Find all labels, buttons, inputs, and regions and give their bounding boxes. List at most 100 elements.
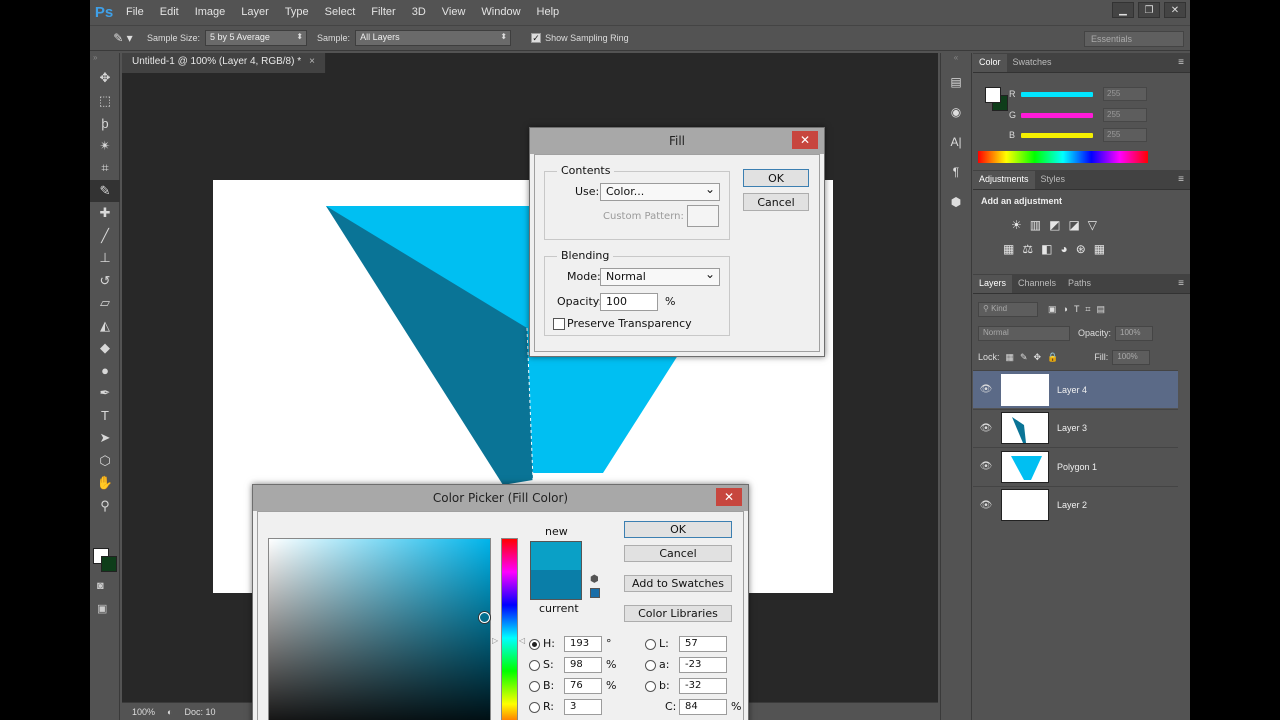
- field-r-input[interactable]: 3: [564, 699, 602, 715]
- current-color-swatch[interactable]: [530, 570, 582, 600]
- photo-filter-icon[interactable]: ◕: [1060, 242, 1067, 256]
- healing-brush-tool-icon[interactable]: ✚: [90, 202, 120, 225]
- menu-window[interactable]: Window: [473, 6, 528, 18]
- filter-kind-select[interactable]: ⚲ Kind: [978, 301, 1038, 317]
- visibility-eye-icon[interactable]: 👁: [973, 500, 999, 511]
- field-s-input[interactable]: 98: [564, 657, 602, 673]
- slider-r-track[interactable]: [1021, 91, 1093, 97]
- blur-tool-icon[interactable]: ◆: [90, 337, 120, 360]
- brightness-icon[interactable]: ☀: [1011, 218, 1022, 232]
- dodge-tool-icon[interactable]: ●: [90, 360, 120, 383]
- out-of-gamut-cube-icon[interactable]: ⬢: [590, 574, 599, 585]
- hue-slider-right-arrow[interactable]: ◁: [519, 636, 525, 645]
- close-tab-icon[interactable]: ×: [309, 56, 315, 67]
- menu-view[interactable]: View: [434, 6, 474, 18]
- menu-type[interactable]: Type: [277, 6, 317, 18]
- color-panel-foreground-swatch[interactable]: [985, 87, 1001, 103]
- eyedropper-tool-icon[interactable]: ✎: [90, 179, 120, 202]
- menu-filter[interactable]: Filter: [363, 6, 403, 18]
- opacity-input[interactable]: 100%: [1115, 325, 1154, 341]
- menu-layer[interactable]: Layer: [233, 6, 277, 18]
- exposure-icon[interactable]: ◪: [1068, 218, 1079, 232]
- add-to-swatches-button[interactable]: Add to Swatches: [624, 575, 732, 592]
- radio-h[interactable]: [529, 639, 540, 650]
- history-panel-icon[interactable]: ▤: [941, 67, 971, 97]
- tab-swatches[interactable]: Swatches: [1007, 54, 1058, 72]
- screen-mode-icon[interactable]: ▣: [97, 602, 107, 615]
- paragraph-panel-icon[interactable]: ¶: [941, 157, 971, 187]
- radio-r[interactable]: [529, 702, 540, 713]
- blend-mode-select[interactable]: Normal: [978, 325, 1070, 341]
- curves-icon[interactable]: ◩: [1049, 218, 1060, 232]
- pen-tool-icon[interactable]: ✒: [90, 382, 120, 405]
- visibility-eye-icon[interactable]: 👁: [973, 423, 999, 434]
- hand-tool-icon[interactable]: ✋: [90, 472, 120, 495]
- workspace-select[interactable]: Essentials: [1084, 31, 1184, 47]
- crop-tool-icon[interactable]: ⌗: [90, 157, 120, 180]
- vibrance-icon[interactable]: ▽: [1088, 218, 1097, 232]
- tab-layers[interactable]: Layers: [973, 275, 1013, 293]
- sample-select[interactable]: All Layers: [355, 30, 512, 46]
- eraser-tool-icon[interactable]: ▱: [90, 292, 120, 315]
- character-panel-icon[interactable]: A|: [941, 127, 971, 157]
- menu-file[interactable]: File: [118, 6, 152, 18]
- layer-row[interactable]: 👁 Polygon 1: [973, 447, 1178, 485]
- radio-s[interactable]: [529, 660, 540, 671]
- move-tool-icon[interactable]: ✥: [90, 67, 120, 90]
- use-select[interactable]: Color...: [600, 182, 720, 201]
- preserve-transparency-checkbox[interactable]: [553, 318, 565, 330]
- menu-select[interactable]: Select: [317, 6, 364, 18]
- color-libraries-button[interactable]: Color Libraries: [624, 605, 732, 622]
- menu-image[interactable]: Image: [187, 6, 234, 18]
- picker-ok-button[interactable]: OK: [624, 521, 732, 538]
- marquee-tool-icon[interactable]: ⬚: [90, 90, 120, 113]
- type-tool-icon[interactable]: T: [90, 405, 120, 428]
- radio-b[interactable]: [645, 681, 656, 692]
- color-picker-close-icon[interactable]: ✕: [716, 488, 742, 506]
- radio-l[interactable]: [645, 639, 656, 650]
- show-sampling-ring-checkbox[interactable]: ✓: [531, 33, 542, 43]
- menu-3d[interactable]: 3D: [404, 6, 434, 18]
- radio-a[interactable]: [645, 660, 656, 671]
- custom-pattern-picker[interactable]: [687, 205, 719, 227]
- opacity-input[interactable]: 100: [600, 293, 658, 311]
- visibility-eye-icon[interactable]: 👁: [973, 461, 999, 472]
- mode-select[interactable]: Normal: [600, 267, 720, 286]
- layer-row[interactable]: 👁 Layer 3: [973, 408, 1178, 447]
- magic-wand-tool-icon[interactable]: ✴: [90, 135, 120, 158]
- path-selection-tool-icon[interactable]: ➤: [90, 427, 120, 450]
- color-balance-icon[interactable]: ⚖: [1022, 242, 1033, 256]
- color-spectrum-ramp[interactable]: [978, 151, 1148, 163]
- fill-input[interactable]: 100%: [1112, 349, 1151, 365]
- paint-bucket-tool-icon[interactable]: ◭: [90, 315, 120, 338]
- levels-icon[interactable]: ▥: [1030, 218, 1041, 232]
- column-grip-icon[interactable]: «: [941, 53, 971, 67]
- sample-size-select[interactable]: 5 by 5 Average: [205, 30, 308, 46]
- lasso-tool-icon[interactable]: ϸ: [90, 112, 120, 135]
- tab-channels[interactable]: Channels: [1012, 275, 1062, 293]
- properties-panel-icon[interactable]: ◉: [941, 97, 971, 127]
- status-menu-icon[interactable]: ◐: [167, 707, 172, 717]
- color-field-cursor[interactable]: [479, 612, 490, 623]
- layer-row[interactable]: 👁 Layer 2: [973, 485, 1178, 524]
- field-b-input[interactable]: 76: [564, 678, 602, 694]
- quick-mask-icon[interactable]: ◙: [97, 580, 104, 592]
- zoom-tool-icon[interactable]: ⚲: [90, 495, 120, 518]
- slider-g-value[interactable]: 255: [1103, 108, 1147, 122]
- slider-g-track[interactable]: [1021, 112, 1093, 118]
- radio-b[interactable]: [529, 681, 540, 692]
- restore-button[interactable]: ❐: [1138, 2, 1160, 18]
- hue-slider-left-arrow[interactable]: ▷: [492, 636, 498, 645]
- zoom-level[interactable]: 100%: [132, 707, 155, 717]
- tab-paths[interactable]: Paths: [1062, 275, 1097, 293]
- fill-cancel-button[interactable]: Cancel: [743, 193, 809, 211]
- saturation-brightness-field[interactable]: [268, 538, 491, 720]
- color-lookup-icon[interactable]: ▦: [1094, 242, 1105, 256]
- filter-icons[interactable]: ▣◑T⌗▤: [1048, 304, 1111, 315]
- black-white-icon[interactable]: ◧: [1041, 242, 1052, 256]
- fill-dialog-close-icon[interactable]: ✕: [792, 131, 818, 149]
- tab-color[interactable]: Color: [973, 54, 1007, 72]
- brush-tool-icon[interactable]: ╱: [90, 225, 120, 248]
- field-b-input[interactable]: -32: [679, 678, 727, 694]
- layer-thumbnail[interactable]: [1001, 412, 1049, 444]
